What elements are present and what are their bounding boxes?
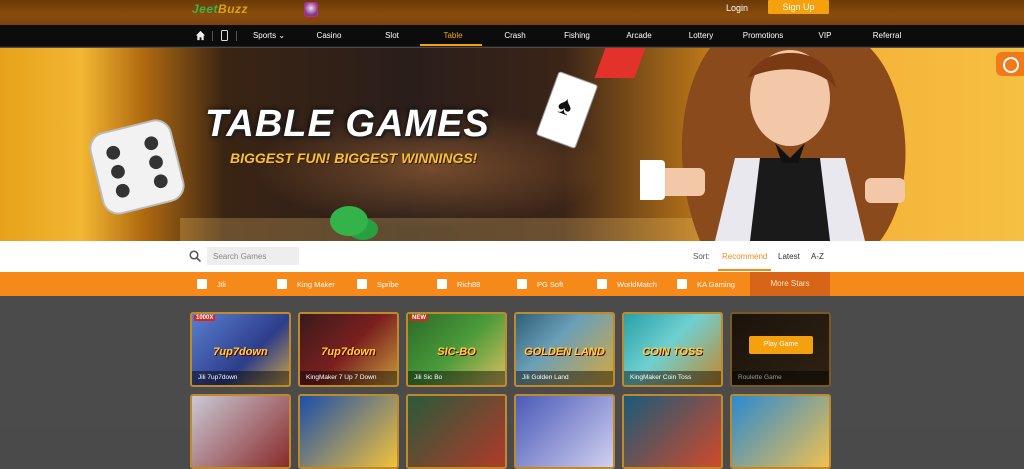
game-badge: 1000X <box>194 315 216 321</box>
filter-worldmatch[interactable]: WorldMatch <box>597 272 657 296</box>
nav-divider <box>212 31 213 41</box>
checkbox[interactable] <box>357 279 367 289</box>
game-art-title: 7up7down <box>321 346 376 358</box>
promo-badge-icon[interactable] <box>304 2 318 17</box>
sort-option-latest[interactable]: Latest <box>778 252 800 261</box>
banner-subtitle: BIGGEST FUN! BIGGEST WINNINGS! <box>230 150 478 166</box>
banner-floor <box>180 218 700 241</box>
game-tile[interactable] <box>406 394 507 469</box>
provider-filter-bar <box>0 272 1024 296</box>
nav-item-slot[interactable]: Slot <box>369 25 415 47</box>
filter-label: King Maker <box>297 279 335 289</box>
checkbox[interactable] <box>277 279 287 289</box>
game-title: KingMaker 7 Up 7 Down <box>300 371 397 385</box>
nav-active-indicator <box>420 44 482 46</box>
filter-label: Jili <box>217 279 226 289</box>
game-art <box>624 396 721 467</box>
home-icon[interactable] <box>195 30 206 41</box>
checkbox[interactable] <box>197 279 207 289</box>
nav-item-fishing[interactable]: Fishing <box>554 25 600 47</box>
sort-label: Sort: <box>693 252 710 261</box>
playing-card-icon <box>535 70 599 150</box>
filter-rich88[interactable]: Rich88 <box>437 272 480 296</box>
filter-label: Spribe <box>377 279 399 289</box>
filter-label: PG Soft <box>537 279 564 289</box>
game-title: Roulette Game <box>732 371 829 385</box>
checkbox[interactable] <box>517 279 527 289</box>
search-input[interactable] <box>207 247 299 265</box>
game-badge: NEW <box>410 315 428 321</box>
game-art <box>192 396 289 467</box>
filter-label: Rich88 <box>457 279 481 289</box>
game-tile[interactable]: COIN TOSS KingMaker Coin Toss <box>622 312 723 387</box>
top-header: JeetBuzz Login Sign Up <box>0 0 1024 25</box>
sort-active-indicator <box>718 269 771 271</box>
banner-title: TABLE GAMES <box>205 103 490 145</box>
filter-label: KA Gaming <box>697 279 735 289</box>
nav-item-casino[interactable]: Casino <box>306 25 352 47</box>
hero-banner: TABLE GAMES BIGGEST FUN! BIGGEST WINNING… <box>0 48 1024 241</box>
game-tile[interactable] <box>514 394 615 469</box>
game-tile[interactable]: 1000X 7up7down Jili 7up7down <box>190 312 291 387</box>
game-title: Jili 7up7down <box>192 371 289 385</box>
game-art-title: COIN TOSS <box>642 346 703 358</box>
game-art <box>516 396 613 467</box>
nav-item-arcade[interactable]: Arcade <box>616 25 662 47</box>
game-title: Jili Sic Bo <box>408 371 505 385</box>
filter-jili[interactable]: Jili <box>197 272 226 296</box>
filter-ka-gaming[interactable]: KA Gaming <box>677 272 735 296</box>
login-link[interactable]: Login <box>726 3 748 13</box>
support-chat-icon[interactable] <box>996 52 1024 76</box>
game-tile[interactable] <box>730 394 831 469</box>
sort-option-recommend[interactable]: Recommend <box>722 252 767 261</box>
logo-prefix: Jeet <box>192 2 219 16</box>
play-game-button[interactable]: Play Game <box>749 336 813 354</box>
nav-item-referral[interactable]: Referral <box>864 25 910 47</box>
nav-item-promotions[interactable]: Promotions <box>738 25 788 47</box>
dealer-character-illustration <box>640 48 906 241</box>
game-tile[interactable]: Play Game Roulette Game <box>730 312 831 387</box>
game-art <box>300 396 397 467</box>
nav-item-crash[interactable]: Crash <box>492 25 538 47</box>
game-tile[interactable]: NEW SIC-BO Jili Sic Bo <box>406 312 507 387</box>
nav-item-lottery[interactable]: Lottery <box>678 25 724 47</box>
filter-spribe[interactable]: Spribe <box>357 272 399 296</box>
logo-suffix: Buzz <box>218 2 249 16</box>
site-logo[interactable]: JeetBuzz <box>192 2 248 16</box>
game-title: KingMaker Coin Toss <box>624 371 721 385</box>
game-art <box>408 396 505 467</box>
search-icon[interactable] <box>189 250 201 262</box>
green-chip-decoration <box>330 206 368 236</box>
main-nav: Sports ⌄ Casino Slot Table Crash Fishing… <box>0 25 1024 47</box>
game-art <box>732 396 829 467</box>
checkbox[interactable] <box>677 279 687 289</box>
game-tile[interactable] <box>622 394 723 469</box>
game-art-title: SIC-BO <box>437 346 476 358</box>
dice-icon <box>89 119 185 215</box>
search-sort-bar <box>0 241 1024 272</box>
filter-king-maker[interactable]: King Maker <box>277 272 335 296</box>
game-title: Jili Golden Land <box>516 371 613 385</box>
more-stars-button[interactable]: More Stars <box>750 272 830 296</box>
nav-item-vip[interactable]: VIP <box>802 25 848 47</box>
sort-option-az[interactable]: A-Z <box>811 252 824 261</box>
game-art-title: GOLDEN LAND <box>524 346 605 358</box>
red-decoration <box>594 48 646 78</box>
mobile-app-icon[interactable] <box>221 30 228 41</box>
game-tile[interactable]: 7up7down KingMaker 7 Up 7 Down <box>298 312 399 387</box>
game-art-title: 7up7down <box>213 346 268 358</box>
game-tile[interactable] <box>190 394 291 469</box>
filter-pg-soft[interactable]: PG Soft <box>517 272 563 296</box>
nav-divider <box>236 31 237 41</box>
filter-label: WorldMatch <box>617 279 657 289</box>
game-grid: 1000X 7up7down Jili 7up7down 7up7down Ki… <box>0 296 1024 469</box>
checkbox[interactable] <box>437 279 447 289</box>
checkbox[interactable] <box>597 279 607 289</box>
nav-item-sports[interactable]: Sports ⌄ <box>246 25 292 47</box>
game-tile[interactable]: GOLDEN LAND Jili Golden Land <box>514 312 615 387</box>
signup-button[interactable]: Sign Up <box>768 0 829 14</box>
game-tile[interactable] <box>298 394 399 469</box>
